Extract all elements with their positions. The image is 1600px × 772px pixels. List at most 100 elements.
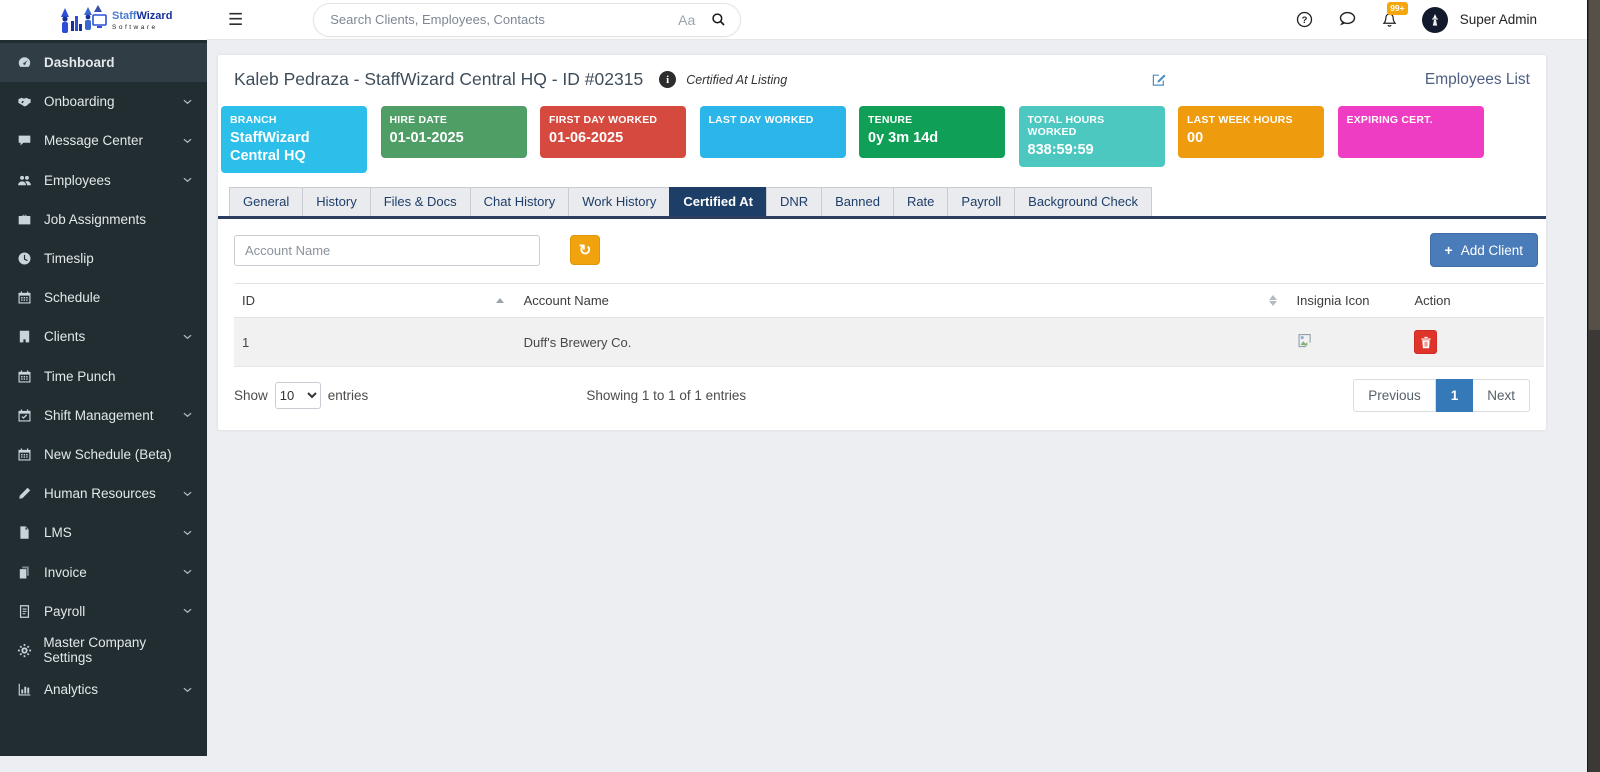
chat-icon — [17, 133, 33, 149]
building-icon — [17, 329, 33, 345]
pencil-icon — [17, 486, 33, 502]
column-header-account-name[interactable]: Account Name — [515, 283, 1289, 319]
scrollbar-thumb[interactable] — [1589, 0, 1600, 330]
search-input[interactable] — [330, 12, 679, 27]
dashboard-icon — [17, 55, 33, 71]
notifications-bell-icon[interactable]: 99+ — [1381, 1, 1409, 29]
sidebar-item-job-assignments[interactable]: Job Assignments — [0, 200, 207, 239]
sidebar-item-dashboard[interactable]: Dashboard — [0, 43, 207, 83]
chevron-down-icon — [183, 138, 192, 144]
tab-history[interactable]: History — [302, 187, 371, 217]
staffwizard-logo[interactable]: StaffWizard Software — [0, 0, 207, 40]
info-icon[interactable]: i — [659, 71, 677, 88]
sidebar-item-new-schedule-beta[interactable]: New Schedule (Beta) — [0, 435, 207, 474]
calendar-icon — [17, 368, 33, 384]
menu-toggle-icon[interactable]: ☰ — [228, 11, 243, 28]
table-row: 1 Duff's Brewery Co. — [234, 317, 1544, 368]
tab-background-check[interactable]: Background Check — [1014, 187, 1152, 217]
refresh-icon[interactable]: ↻ — [570, 235, 600, 266]
table-footer: Show 10 entries Showing 1 to 1 of 1 entr… — [218, 367, 1546, 416]
sidebar-item-employees[interactable]: Employees — [0, 161, 207, 200]
tab-work-history[interactable]: Work History — [568, 187, 671, 217]
delete-button[interactable] — [1414, 330, 1438, 355]
add-client-label: Add Client — [1460, 242, 1523, 258]
cell-insignia — [1288, 317, 1407, 368]
messages-icon[interactable] — [1337, 11, 1357, 28]
pagination-previous-button[interactable]: Previous — [1353, 379, 1436, 413]
chevron-down-icon — [183, 608, 192, 614]
handshake-icon — [17, 94, 33, 110]
sidebar-item-onboarding[interactable]: Onboarding — [0, 82, 207, 121]
cell-account-name: Duff's Brewery Co. — [515, 317, 1289, 368]
sidebar-item-clients[interactable]: Clients — [0, 317, 207, 356]
certified-at-table: ID Account Name Insignia Icon Action 1 D… — [234, 283, 1544, 368]
sidebar-nav: Dashboard Onboarding Message Center Employe… — [0, 40, 207, 756]
stat-card-label: TOTAL HOURS WORKED — [1027, 114, 1105, 138]
tab-files-docs[interactable]: Files & Docs — [369, 187, 471, 217]
sidebar-item-analytics[interactable]: Analytics — [0, 670, 207, 709]
vertical-scrollbar[interactable] — [1587, 0, 1600, 772]
help-icon[interactable]: ? — [1296, 11, 1313, 28]
sidebar-item-payroll[interactable]: Payroll — [0, 592, 207, 631]
account-name-filter-input[interactable] — [234, 234, 540, 266]
tab-general[interactable]: General — [229, 187, 304, 217]
sidebar-item-message-center[interactable]: Message Center — [0, 121, 207, 160]
stat-card-value: StaffWizard Central HQ — [230, 130, 310, 165]
sidebar-item-invoice[interactable]: Invoice — [0, 552, 207, 591]
sidebar-item-time-punch[interactable]: Time Punch — [0, 357, 207, 396]
page-size-select[interactable]: 10 — [274, 382, 321, 410]
stat-card-tenure: TENURE 0y 3m 14d — [859, 106, 1005, 158]
stat-card-value: 00 — [1187, 130, 1204, 146]
column-header-id[interactable]: ID — [234, 283, 516, 319]
avatar[interactable] — [1421, 6, 1448, 33]
clock-icon — [17, 251, 33, 267]
global-search-bar: Aa — [313, 2, 742, 37]
calendar-icon — [17, 290, 33, 306]
chevron-down-icon — [183, 530, 192, 536]
edit-icon[interactable] — [1151, 72, 1167, 87]
stat-card-label: HIRE DATE — [389, 114, 448, 126]
tab-banned[interactable]: Banned — [821, 187, 894, 217]
cell-id: 1 — [234, 317, 516, 368]
user-menu[interactable]: Super Admin — [1460, 12, 1537, 27]
employees-list-link[interactable]: Employees List — [1425, 71, 1530, 89]
sidebar-item-shift-management[interactable]: Shift Management — [0, 396, 207, 435]
broken-image-icon — [1297, 334, 1315, 351]
page-subtitle: Certified At Listing — [686, 72, 788, 87]
tab-payroll[interactable]: Payroll — [947, 187, 1016, 217]
tab-certified-at[interactable]: Certified At — [669, 187, 767, 217]
chart-icon — [17, 682, 33, 698]
search-icon[interactable] — [711, 12, 726, 27]
sidebar-item-lms[interactable]: LMS — [0, 513, 207, 552]
logo-text-staff: Staff — [112, 10, 137, 23]
column-header-action: Action — [1406, 283, 1544, 319]
chevron-down-icon — [183, 491, 192, 497]
briefcase-icon — [17, 211, 33, 227]
pagination-next-button[interactable]: Next — [1473, 379, 1530, 413]
tab-dnr[interactable]: DNR — [765, 187, 823, 217]
sort-asc-icon — [495, 298, 508, 304]
stat-card-label: BRANCH — [230, 114, 277, 126]
table-header-row: ID Account Name Insignia Icon Action — [234, 283, 1544, 319]
sidebar-item-human-resources[interactable]: Human Resources — [0, 474, 207, 513]
add-client-button[interactable]: + Add Client — [1429, 233, 1538, 268]
column-header-insignia: Insignia Icon — [1288, 283, 1407, 319]
sidebar-item-timeslip[interactable]: Timeslip — [0, 239, 207, 278]
calendar-icon — [17, 446, 33, 462]
sidebar-item-master-company-settings[interactable]: Master Company Settings — [0, 631, 207, 670]
cell-action — [1406, 317, 1544, 368]
font-size-toggle[interactable]: Aa — [678, 12, 695, 28]
calendar-check-icon — [17, 407, 33, 423]
svg-text:?: ? — [1301, 15, 1307, 26]
chevron-down-icon — [183, 687, 192, 693]
stat-card-branch: BRANCH StaffWizard Central HQ — [221, 106, 367, 174]
tabs-row: General History Files & Docs Chat History Wo… — [218, 187, 1546, 220]
stat-card-label: EXPIRING CERT. — [1346, 114, 1433, 126]
chevron-down-icon — [183, 412, 192, 418]
tab-chat-history[interactable]: Chat History — [469, 187, 570, 217]
sidebar-item-schedule[interactable]: Schedule — [0, 278, 207, 317]
stat-card-label: LAST WEEK HOURS — [1187, 114, 1293, 126]
pagination-page-1-button[interactable]: 1 — [1435, 379, 1474, 413]
stat-card-expiring-cert: EXPIRING CERT. — [1337, 106, 1484, 158]
tab-rate[interactable]: Rate — [892, 187, 949, 217]
